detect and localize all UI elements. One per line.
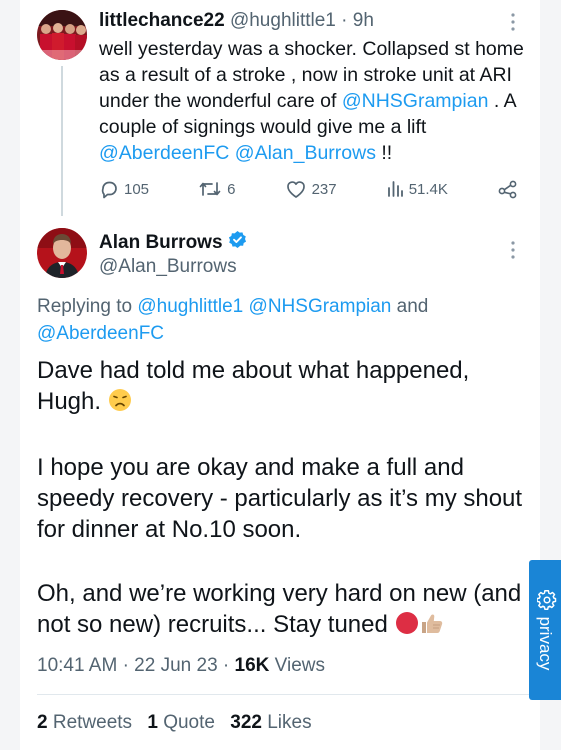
stats-divider — [37, 694, 529, 695]
replying-mention-hughlittle1[interactable]: @hughlittle1 — [137, 296, 243, 317]
tweet2-engagement-stats: 2 Retweets 1 Quote 322 Likes — [37, 712, 312, 734]
tweet1-display-name[interactable]: littlechance22 — [99, 10, 225, 31]
retweets-stat[interactable]: 2 Retweets — [37, 712, 132, 733]
reply-button[interactable]: 105 — [99, 179, 149, 199]
tweet1-timestamp[interactable]: 9h — [353, 10, 374, 31]
privacy-tab-content: privacy — [529, 560, 561, 700]
retweet-icon — [198, 179, 222, 199]
quotes-label: Quote — [163, 712, 215, 733]
more-icon[interactable] — [510, 12, 516, 32]
tweet2-views-count: 16K — [234, 655, 270, 676]
likes-stat[interactable]: 322 Likes — [230, 712, 311, 733]
views-button[interactable]: 51.4K — [386, 179, 448, 199]
tweet2-paragraph-3: Oh, and we’re working very hard on new (… — [37, 578, 532, 643]
mention-alan-burrows[interactable]: @Alan_Burrows — [235, 142, 376, 164]
reply-icon — [99, 179, 119, 199]
tweet2-meta: 10:41 AM · 22 Jun 23 · 16K Views — [37, 655, 325, 677]
tweet2-paragraph-1: Dave had told me about what happened, Hu… — [37, 355, 532, 420]
mention-nhsgrampian[interactable]: @NHSGrampian — [342, 90, 489, 112]
likes-label: Likes — [267, 712, 312, 733]
thread-connector-line — [61, 66, 63, 216]
tweet1-separator: · — [341, 10, 348, 31]
privacy-tab[interactable]: privacy — [529, 560, 561, 700]
like-icon — [285, 179, 307, 199]
tweet2-paragraph-2: I hope you are okay and make a full and … — [37, 454, 523, 543]
retweet-count: 6 — [227, 180, 236, 198]
meta-dot: · — [222, 655, 230, 676]
tweet2-author: Alan Burrows — [99, 230, 247, 255]
replying-and: and — [396, 296, 429, 317]
tweet1-handle[interactable]: @hughlittle1 — [230, 10, 336, 31]
tweet2-time[interactable]: 10:41 AM — [37, 655, 117, 676]
tweet1-text-part: !! — [375, 142, 393, 164]
share-icon — [497, 179, 519, 199]
likes-count: 322 — [230, 712, 262, 733]
sad-face-emoji — [108, 388, 132, 420]
tweet2-display-name[interactable]: Alan Burrows — [99, 232, 223, 254]
mention-aberdeenfc[interactable]: @AberdeenFC — [99, 142, 229, 164]
tweet2-views-label: Views — [274, 655, 326, 676]
replying-mention-nhsgrampian[interactable]: @NHSGrampian — [249, 296, 392, 317]
alan-burrows-avatar[interactable] — [37, 228, 87, 278]
quotes-count: 1 — [147, 712, 158, 733]
retweet-button[interactable]: 6 — [198, 179, 235, 199]
tweet1-action-bar: 105 6 237 51.4K — [99, 176, 519, 202]
littlechance22-avatar[interactable] — [37, 10, 87, 60]
tweet2-date[interactable]: 22 Jun 23 — [134, 655, 217, 676]
tweet-thread: littlechance22 @hughlittle1 · 9h well ye… — [20, 0, 540, 750]
privacy-label: privacy — [536, 616, 555, 671]
share-button[interactable] — [497, 179, 519, 199]
like-count: 237 — [311, 180, 337, 198]
retweets-label: Retweets — [52, 712, 133, 733]
tweet2-handle[interactable]: @Alan_Burrows — [99, 256, 237, 278]
retweets-count: 2 — [37, 712, 48, 733]
tweet1-header: littlechance22 @hughlittle1 · 9h — [99, 10, 374, 32]
replying-to-label: Replying to — [37, 296, 133, 317]
replying-mention-aberdeenfc[interactable]: @AberdeenFC — [37, 323, 164, 344]
replying-to-line: Replying to @hughlittle1 @NHSGrampian an… — [37, 293, 532, 347]
reply-count: 105 — [124, 180, 150, 198]
thumbs-up-emoji — [419, 611, 445, 643]
verified-badge-icon — [228, 230, 247, 255]
tweet2-paragraph-1-text: Dave had told me about what happened, Hu… — [37, 357, 470, 415]
gear-icon — [533, 589, 558, 610]
meta-dot: · — [122, 655, 129, 676]
red-circle-emoji — [395, 611, 419, 643]
tweet1-text: well yesterday was a shocker. Collapsed … — [99, 36, 524, 166]
like-button[interactable]: 237 — [285, 179, 337, 199]
quotes-stat[interactable]: 1 Quote — [147, 712, 215, 733]
views-icon — [386, 179, 404, 199]
tweet2-paragraph-3-text: Oh, and we’re working very hard on new (… — [37, 580, 522, 638]
views-count: 51.4K — [408, 180, 448, 198]
more-icon[interactable] — [510, 240, 516, 260]
